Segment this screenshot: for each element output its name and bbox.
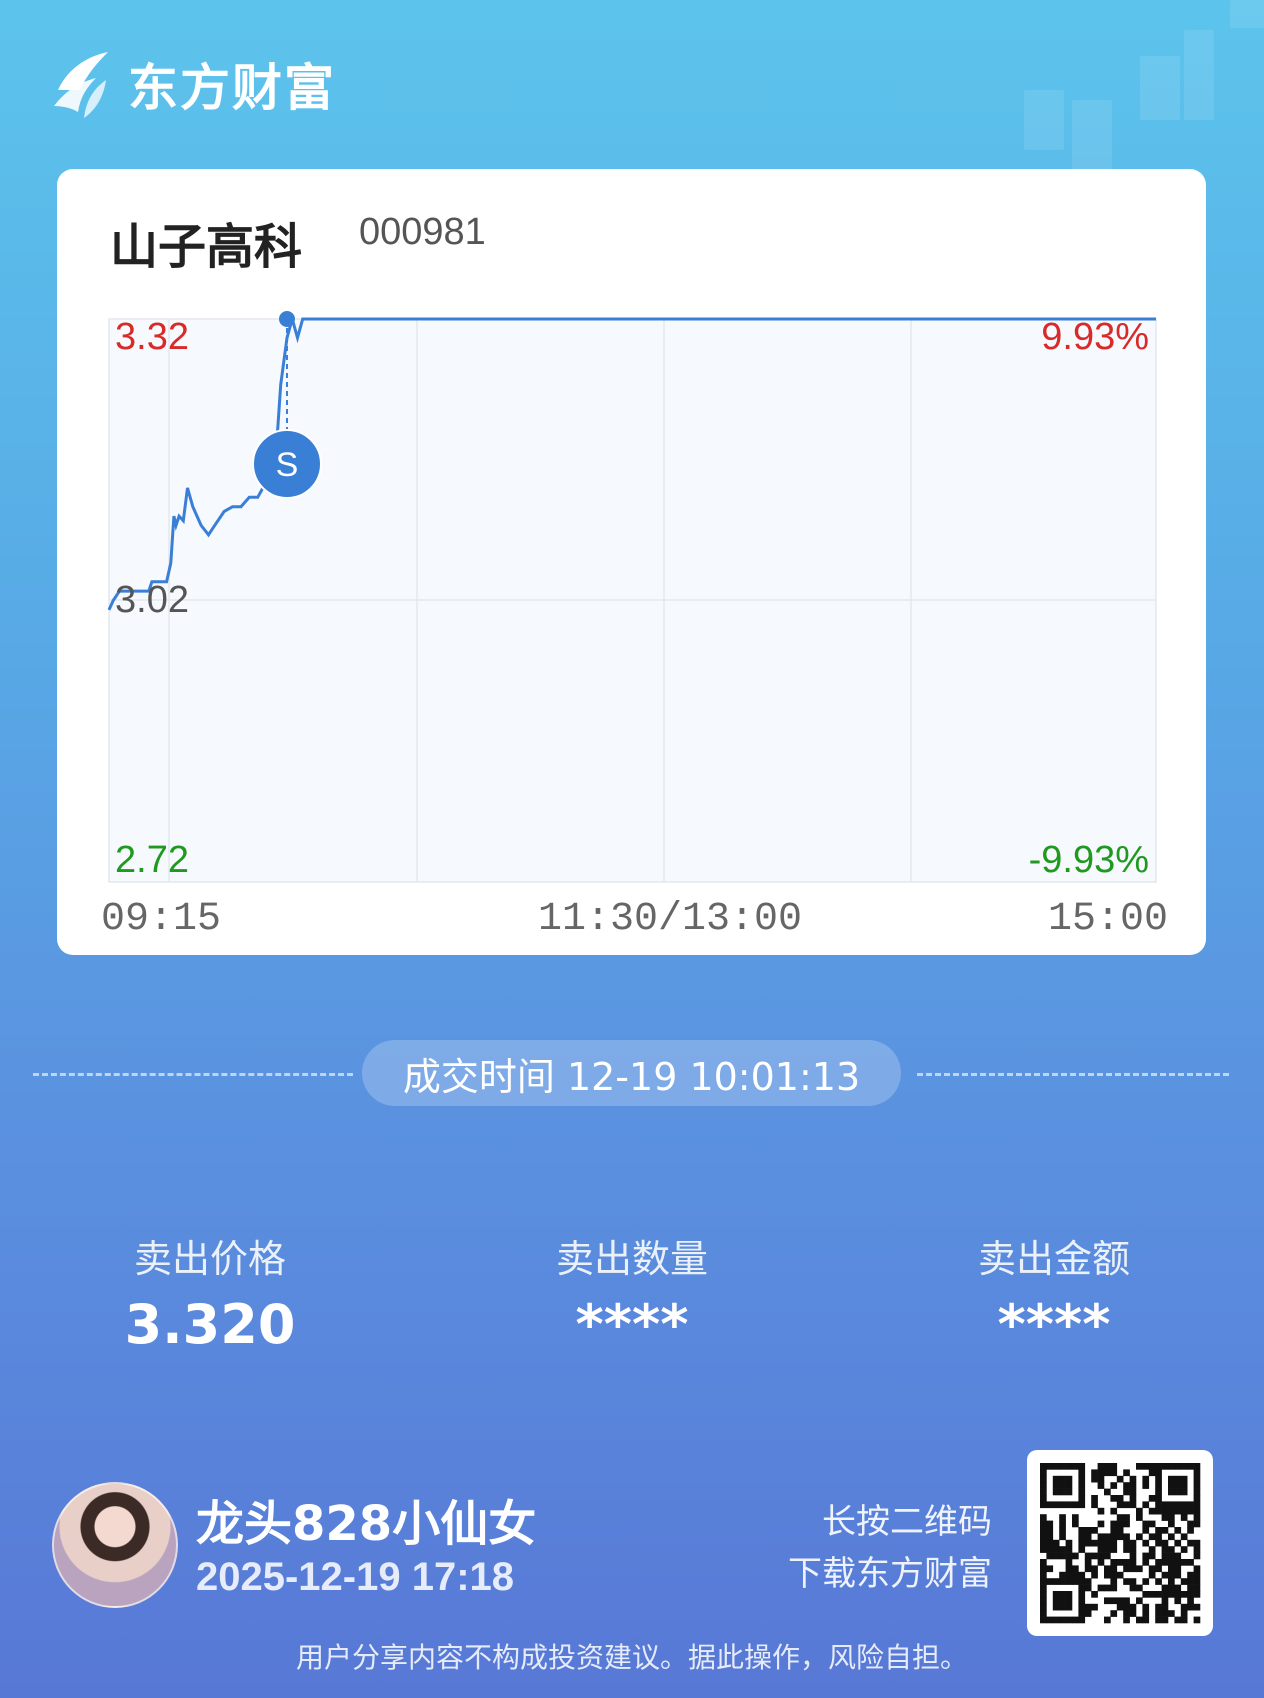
divider-right xyxy=(917,1073,1229,1076)
stat-value: **** xyxy=(575,1293,689,1356)
stat-sell-amount: 卖出金额 **** xyxy=(904,1228,1204,1356)
background-candles xyxy=(944,0,1264,180)
x-label-midday: 11:30/13:00 xyxy=(538,897,803,942)
sell-marker-label: S xyxy=(276,446,299,484)
stat-label: 卖出数量 xyxy=(555,1237,708,1281)
stat-value: 3.320 xyxy=(124,1293,296,1356)
stat-label: 卖出价格 xyxy=(133,1237,286,1281)
share-time: 2025-12-19 17:18 xyxy=(196,1555,515,1599)
qr-hint-line2: 下载东方财富 xyxy=(788,1554,992,1594)
x-label-open: 09:15 xyxy=(101,897,222,942)
brand-header: 东方财富 xyxy=(50,48,336,120)
x-label-close: 15:00 xyxy=(1048,897,1169,942)
pct-label-low: -9.93% xyxy=(1028,839,1149,881)
qr-code[interactable] xyxy=(1027,1450,1213,1636)
qr-hint-line1: 长按二维码 xyxy=(822,1502,992,1542)
stat-sell-price: 卖出价格 3.320 xyxy=(60,1228,360,1356)
qr-code-icon xyxy=(1040,1463,1201,1624)
divider-left xyxy=(33,1073,353,1076)
deal-time-pill: 成交时间 12-19 10:01:13 xyxy=(362,1040,901,1106)
stat-value: **** xyxy=(997,1293,1111,1356)
stat-label: 卖出金额 xyxy=(977,1237,1130,1281)
qr-hint: 长按二维码 下载东方财富 xyxy=(788,1496,992,1600)
y-label-mid: 3.02 xyxy=(115,579,189,621)
brand-name: 东方财富 xyxy=(128,59,336,117)
avatar[interactable] xyxy=(52,1482,178,1608)
user-name[interactable]: 龙头828小仙女 xyxy=(196,1484,536,1554)
y-label-high: 3.32 xyxy=(115,316,189,358)
intraday-chart: S xyxy=(107,311,1157,883)
sell-marker-badge: S xyxy=(251,429,322,499)
chart-card[interactable]: 山子高科 000981 S 3.32 3.02 2.72 9.93% -9.93… xyxy=(57,169,1206,955)
stat-sell-quantity: 卖出数量 **** xyxy=(482,1228,782,1356)
disclaimer: 用户分享内容不构成投资建议。据此操作，风险自担。 xyxy=(295,1641,968,1674)
pct-label-high: 9.93% xyxy=(1041,316,1149,358)
eastmoney-logo-icon xyxy=(54,52,108,118)
y-label-low: 2.72 xyxy=(115,839,189,881)
trade-marker-dot xyxy=(278,311,295,327)
